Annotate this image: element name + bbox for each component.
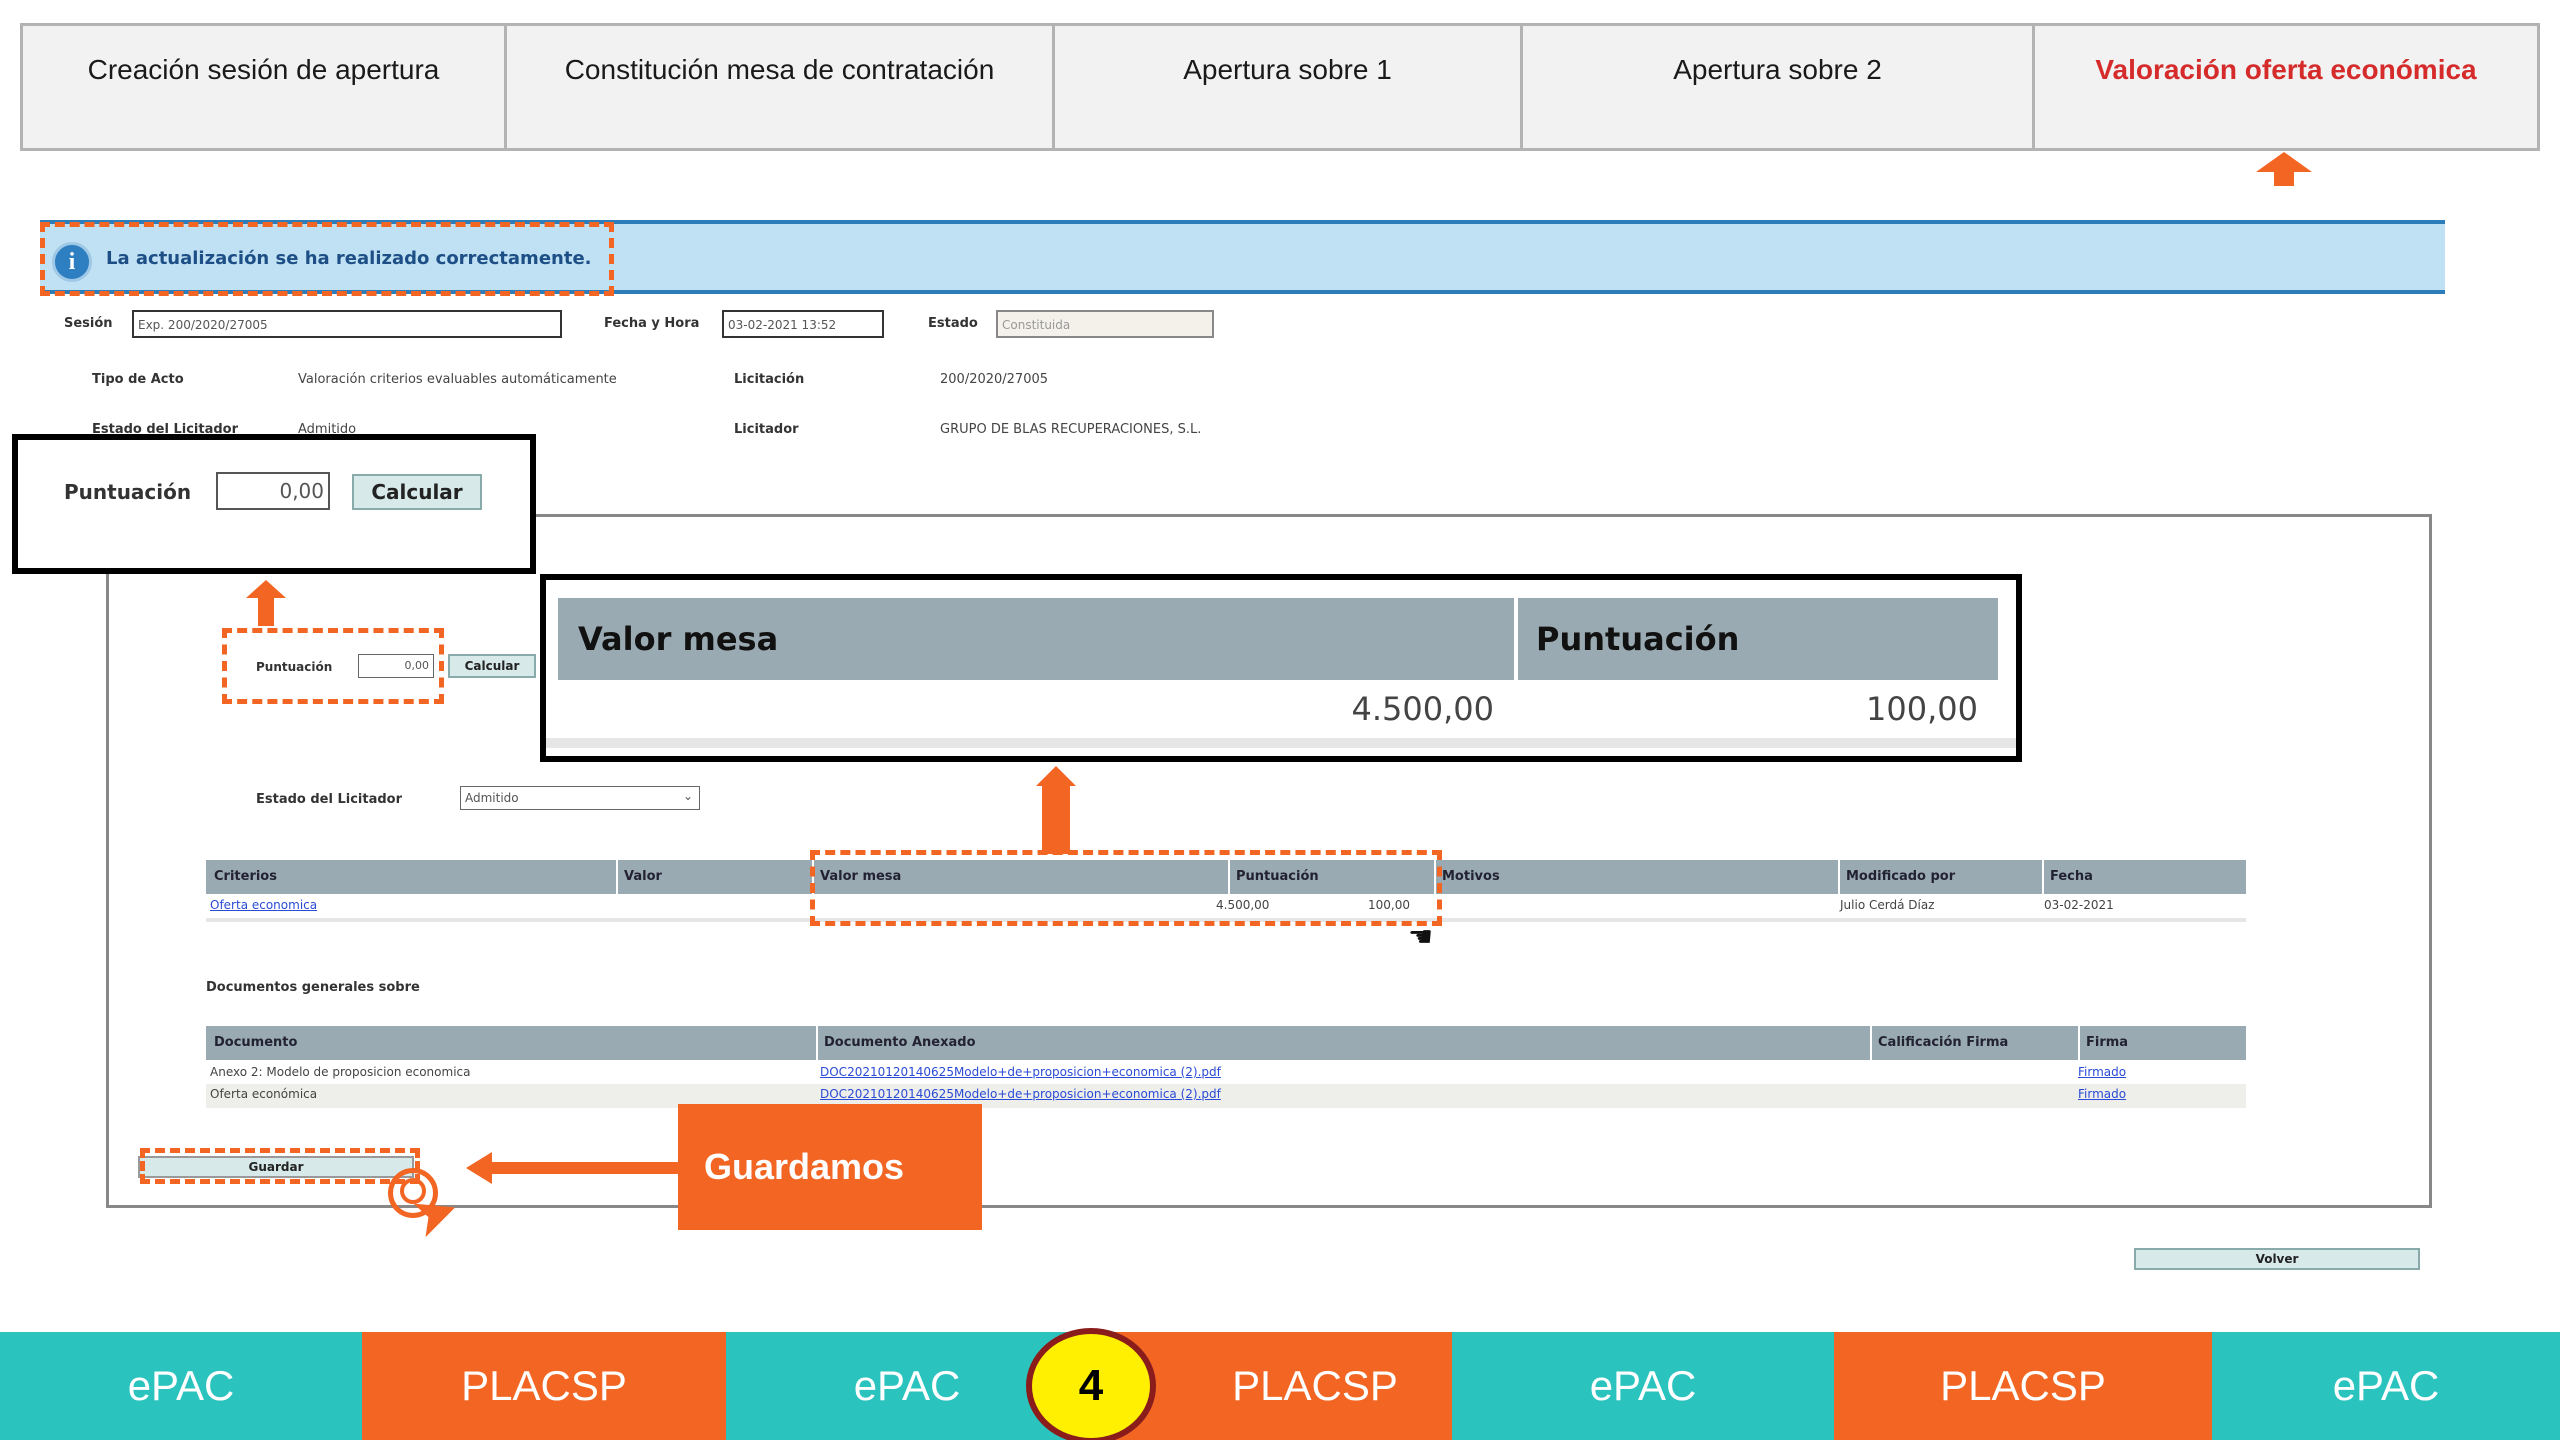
row-modificado-por: Julio Cerdá Díaz bbox=[1840, 898, 1935, 912]
licitador-value: GRUPO DE BLAS RECUPERACIONES, S.L. bbox=[940, 422, 1202, 437]
firma-link[interactable]: Firmado bbox=[2078, 1087, 2126, 1101]
zoom-puntuacion-value: 100,00 bbox=[1866, 690, 1978, 728]
puntuacion-zoom-label: Puntuación bbox=[64, 480, 192, 504]
documento-anexado-link[interactable]: DOC20210120140625Modelo+de+proposicion+e… bbox=[820, 1065, 1221, 1079]
tab-apertura-sobre-2[interactable]: Apertura sobre 2 bbox=[1523, 26, 2035, 148]
arrow-to-guardar-shaft bbox=[490, 1162, 680, 1174]
volver-button[interactable]: Volver bbox=[2134, 1248, 2420, 1270]
criterio-link[interactable]: Oferta economica bbox=[210, 898, 317, 912]
tab-valoracion-oferta[interactable]: Valoración oferta económica bbox=[2035, 26, 2537, 148]
arrow-to-table-callout-shaft bbox=[1042, 784, 1070, 854]
bottom-step-epac: ePAC bbox=[2212, 1332, 2560, 1440]
tipo-acto-label: Tipo de Acto bbox=[92, 372, 184, 387]
sesion-input[interactable]: Exp. 200/2020/27005 bbox=[132, 310, 562, 338]
puntuacion-input[interactable]: 0,00 bbox=[358, 654, 434, 678]
current-step-badge: 4 bbox=[1026, 1328, 1156, 1440]
zoom-row-divider bbox=[546, 738, 2016, 748]
calcular-button[interactable]: Calcular bbox=[448, 654, 536, 678]
process-tabs: Creación sesión de apertura Constitución… bbox=[20, 23, 2540, 151]
zoom-header-valor-mesa: Valor mesa bbox=[558, 598, 1518, 680]
hand-cursor-icon: ☚ bbox=[1408, 920, 1434, 953]
active-tab-arrow-shaft bbox=[2274, 170, 2294, 186]
guardamos-annotation: Guardamos bbox=[678, 1104, 982, 1230]
arrow-to-guardar-icon bbox=[466, 1152, 492, 1184]
bottom-step-epac: ePAC bbox=[1452, 1332, 1834, 1440]
bottom-step-placsp: PLACSP bbox=[1834, 1332, 2212, 1440]
chevron-down-icon: ⌄ bbox=[682, 789, 693, 803]
zoom-header-puntuacion: Puntuación bbox=[1518, 598, 1998, 680]
licitador-label: Licitador bbox=[734, 422, 799, 437]
estado-input: Constituida bbox=[996, 310, 1214, 338]
documentos-table-header: Documento Documento Anexado Calificación… bbox=[206, 1026, 2246, 1060]
calcular-zoom-button[interactable]: Calcular bbox=[352, 474, 482, 510]
fecha-input[interactable]: 03-02-2021 13:52 bbox=[722, 310, 884, 338]
tab-apertura-sobre-1[interactable]: Apertura sobre 1 bbox=[1055, 26, 1523, 148]
estado-label: Estado bbox=[928, 316, 978, 331]
sesion-label: Sesión bbox=[64, 316, 113, 331]
guardar-highlight bbox=[140, 1148, 420, 1184]
puntuacion-zoom-input[interactable]: 0,00 bbox=[216, 472, 330, 510]
licitacion-value: 200/2020/27005 bbox=[940, 372, 1049, 387]
valor-mesa-highlight bbox=[810, 850, 1442, 926]
active-tab-arrow-icon bbox=[2256, 152, 2312, 172]
bottom-step-epac: ePAC bbox=[0, 1332, 362, 1440]
documentos-title: Documentos generales sobre bbox=[206, 980, 420, 995]
table-row: Anexo 2: Modelo de proposicion economica… bbox=[210, 1065, 2127, 1079]
arrow-to-callout-shaft bbox=[258, 596, 274, 626]
tipo-acto-value: Valoración criterios evaluables automáti… bbox=[298, 372, 617, 387]
bottom-step-placsp: PLACSP bbox=[362, 1332, 726, 1440]
tab-creacion-sesion[interactable]: Creación sesión de apertura bbox=[23, 26, 507, 148]
table-row: Oferta económica DOC20210120140625Modelo… bbox=[206, 1084, 2246, 1108]
zoom-valor-mesa-value: 4.500,00 bbox=[1351, 690, 1495, 728]
fecha-label: Fecha y Hora bbox=[604, 316, 700, 331]
puntuacion-label: Puntuación bbox=[256, 660, 333, 674]
estado-select-label: Estado del Licitador bbox=[256, 792, 403, 807]
bottom-process-bar: ePAC PLACSP ePAC PLACSP ePAC PLACSP ePAC bbox=[0, 1332, 2560, 1440]
firma-link[interactable]: Firmado bbox=[2078, 1065, 2126, 1079]
tab-constitucion-mesa[interactable]: Constitución mesa de contratación bbox=[507, 26, 1055, 148]
licitacion-label: Licitación bbox=[734, 372, 805, 387]
row-fecha: 03-02-2021 bbox=[2044, 898, 2114, 912]
estado-licitador-select[interactable]: Admitido ⌄ bbox=[460, 786, 700, 810]
arrow-to-table-callout-icon bbox=[1036, 766, 1076, 786]
documento-anexado-link[interactable]: DOC20210120140625Modelo+de+proposicion+e… bbox=[820, 1087, 1221, 1101]
info-highlight bbox=[40, 222, 614, 296]
